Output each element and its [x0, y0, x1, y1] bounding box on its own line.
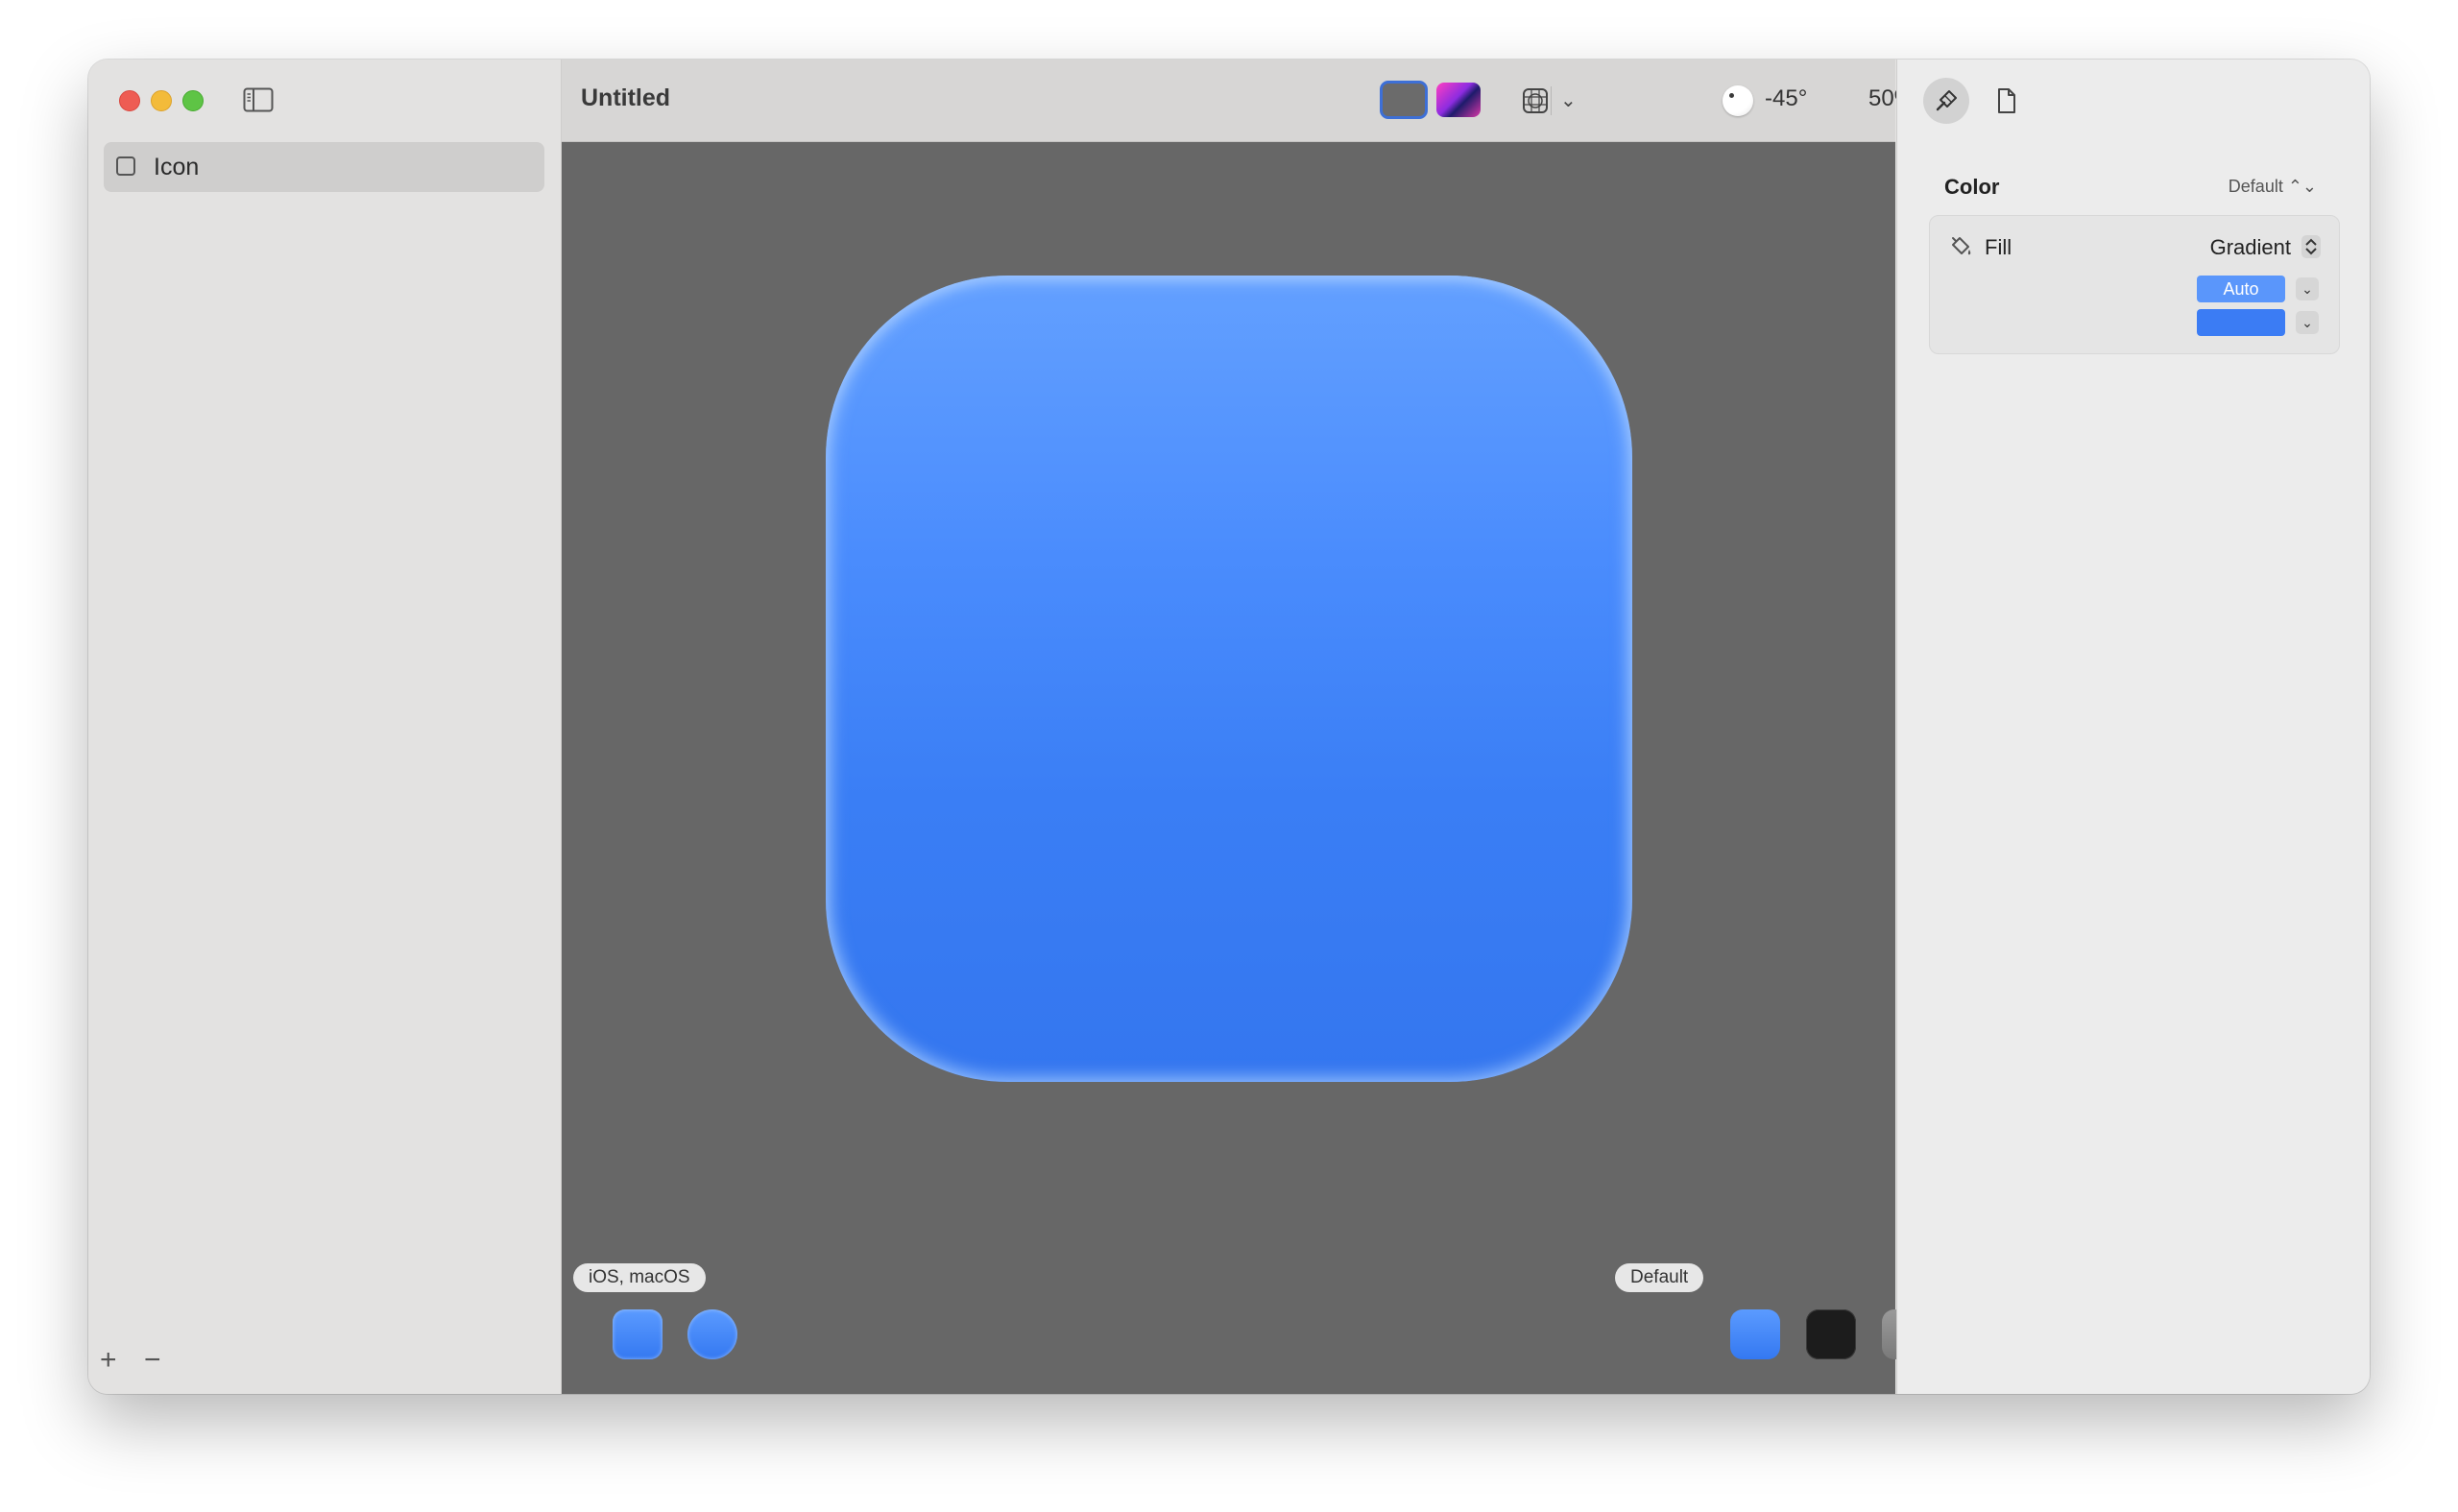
light-angle-dial[interactable] — [1723, 85, 1753, 116]
fill-type-stepper-icon[interactable] — [2301, 235, 2321, 258]
platform-label: iOS, macOS — [573, 1263, 706, 1292]
shape-circle-thumbnail[interactable] — [687, 1309, 737, 1359]
inspector-panel: Color Default ⌃⌄ Fill Gradient Auto ⌄ ⌄ — [1896, 60, 2370, 1394]
color-section-title: Color — [1944, 175, 2000, 199]
chevron-down-icon[interactable]: ⌄ — [2296, 311, 2319, 334]
fill-type-select[interactable]: Gradient — [2210, 235, 2291, 260]
paintbrush-icon — [1936, 90, 1957, 111]
color-mode-select[interactable]: Default ⌃⌄ — [2229, 177, 2317, 197]
app-window: Icon + − Untitled ⌄ -45° 50% iOS, macOS … — [88, 60, 2370, 1394]
minimize-window-button[interactable] — [151, 90, 172, 111]
shape-rounded-square-thumbnail[interactable] — [613, 1309, 663, 1359]
toolbar-divider — [1551, 86, 1552, 115]
appearance-default-thumbnail[interactable] — [1730, 1309, 1780, 1359]
close-window-button[interactable] — [119, 90, 140, 111]
fill-label: Fill — [1985, 235, 2012, 259]
appearance-dark-thumbnail[interactable] — [1806, 1309, 1856, 1359]
background-solid-swatch[interactable] — [1380, 81, 1428, 119]
icon-preview[interactable] — [826, 276, 1632, 1082]
gradient-stop-1-swatch[interactable]: Auto — [2197, 276, 2285, 302]
document-title: Untitled — [581, 84, 671, 111]
document-icon — [1998, 88, 2015, 113]
gradient-stop-2-swatch[interactable] — [2197, 309, 2285, 336]
chevron-down-icon[interactable]: ⌄ — [1560, 88, 1577, 112]
remove-layer-button[interactable]: − — [144, 1346, 161, 1375]
layers-sidebar: Icon + − — [88, 60, 562, 1394]
background-gradient-swatch[interactable] — [1436, 83, 1481, 117]
layer-item-icon[interactable]: Icon — [104, 142, 544, 192]
zoom-window-button[interactable] — [182, 90, 204, 111]
sidebar-toggle-icon[interactable] — [243, 86, 274, 113]
icon-canvas[interactable]: iOS, macOS Default — [562, 142, 1932, 1394]
toolbar: Untitled ⌄ -45° 50% — [562, 60, 1930, 142]
document-tab[interactable] — [1984, 78, 2030, 124]
appearance-tab[interactable] — [1923, 78, 1969, 124]
appearance-label: Default — [1615, 1263, 1704, 1292]
paint-bucket-icon — [1947, 233, 1974, 260]
chevron-down-icon[interactable]: ⌄ — [2296, 277, 2319, 300]
light-angle-value: -45° — [1765, 85, 1808, 111]
fill-panel: Fill Gradient Auto ⌄ ⌄ — [1929, 215, 2340, 354]
layer-item-label: Icon — [154, 154, 200, 180]
square-icon — [116, 156, 135, 176]
grid-overlay-icon[interactable] — [1522, 87, 1549, 114]
add-layer-button[interactable]: + — [100, 1346, 117, 1375]
